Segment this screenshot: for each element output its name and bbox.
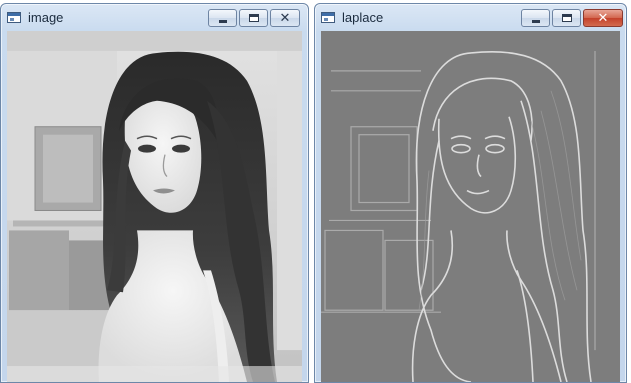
minimize-icon bbox=[219, 20, 227, 23]
close-button[interactable]: ✕ bbox=[583, 9, 623, 27]
close-icon: ✕ bbox=[279, 10, 291, 25]
window-app-icon bbox=[321, 12, 335, 23]
close-button[interactable]: ✕ bbox=[270, 9, 300, 27]
minimize-button[interactable] bbox=[521, 9, 550, 27]
laplace-window[interactable]: laplace ✕ bbox=[314, 3, 627, 383]
maximize-button[interactable] bbox=[239, 9, 268, 27]
image-window[interactable]: image ✕ bbox=[0, 3, 309, 383]
laplace-edge-image bbox=[321, 31, 620, 382]
maximize-icon bbox=[562, 14, 572, 22]
minimize-button[interactable] bbox=[208, 9, 237, 27]
maximize-button[interactable] bbox=[552, 9, 581, 27]
maximize-icon bbox=[249, 14, 259, 22]
image-window-titlebar[interactable]: image ✕ bbox=[1, 4, 308, 31]
image-canvas bbox=[7, 31, 302, 382]
laplace-window-title: laplace bbox=[342, 10, 384, 25]
image-window-controls: ✕ bbox=[208, 9, 300, 27]
laplace-window-titlebar[interactable]: laplace ✕ bbox=[315, 4, 626, 31]
minimize-icon bbox=[532, 20, 540, 23]
portrait-image bbox=[7, 31, 302, 382]
laplace-canvas bbox=[321, 31, 620, 382]
laplace-window-controls: ✕ bbox=[521, 9, 623, 27]
image-window-title: image bbox=[28, 10, 64, 25]
close-icon: ✕ bbox=[597, 10, 609, 25]
window-app-icon bbox=[7, 12, 21, 23]
